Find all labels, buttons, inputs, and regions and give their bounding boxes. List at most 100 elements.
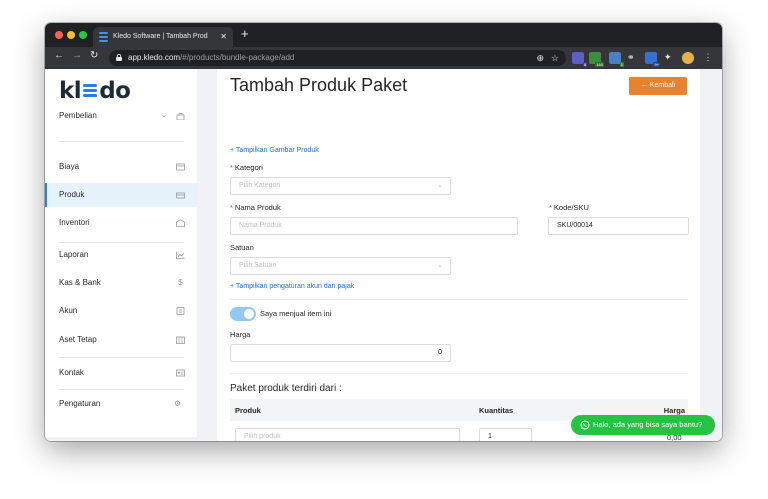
back-button-label: Kembali [649, 82, 676, 89]
sidebar-item-pengaturan[interactable]: Pengaturan ⚙ [45, 392, 197, 416]
sidebar-item-label: Kas & Bank [59, 278, 101, 287]
browser-menu-icon[interactable]: ⋮ [702, 52, 714, 64]
maximize-window-button[interactable] [79, 31, 87, 39]
whatsapp-icon [580, 420, 590, 430]
chevron-down-icon: ⌄ [161, 112, 167, 119]
extension-icon[interactable]: 160 [589, 52, 604, 67]
arrow-left-icon: ← [640, 82, 648, 89]
bundle-product-placeholder: Pilih produk [244, 433, 281, 440]
kledo-logo[interactable]: kl do [59, 78, 131, 104]
extension-badge: 160 [595, 62, 604, 67]
link-extension-icon[interactable]: ⚭ [627, 52, 639, 64]
back-arrow-icon[interactable]: ← [54, 50, 64, 61]
sidebar-divider [59, 141, 184, 142]
forward-arrow-icon[interactable]: → [72, 50, 82, 61]
extension-badge: 9+ [653, 62, 660, 67]
line-chart-icon [176, 251, 185, 259]
product-name-label: * Nama Produk [230, 203, 281, 212]
sidebar-item-label: Kontak [59, 368, 84, 377]
browser-tab[interactable]: Kledo Software | Tambah Prod ✕ [93, 27, 233, 47]
plus-icon: + [230, 283, 235, 290]
url-host: app.kledo.com [128, 53, 181, 62]
column-header-produk: Produk [235, 406, 261, 415]
divider [230, 299, 688, 300]
zoom-icon[interactable]: ⊕ [536, 50, 544, 66]
sidebar-item-aset-tetap[interactable]: Aset Tetap [45, 328, 197, 352]
reload-icon[interactable]: ↻ [90, 50, 98, 61]
show-account-tax-label: Tampilkan pengaturan akun dan pajak [235, 283, 355, 290]
close-window-button[interactable] [55, 31, 63, 39]
sku-input[interactable]: SKU/00014 [548, 217, 689, 235]
price-input[interactable]: 0 [230, 344, 451, 362]
minimize-window-button[interactable] [67, 31, 75, 39]
sidebar-item-laporan[interactable]: Laporan [45, 243, 197, 267]
sidebar-item-produk[interactable]: Produk [45, 183, 197, 207]
show-product-image-link[interactable]: + Tampilkan Gambar Produk [230, 147, 319, 154]
sidebar-item-biaya[interactable]: Biaya [45, 155, 197, 179]
unit-placeholder: Pilih Satuan [239, 262, 277, 269]
price-label: Harga [230, 330, 251, 339]
sidebar-divider [59, 357, 184, 358]
extension-icon[interactable]: 8 [572, 52, 587, 67]
logo-text-right: do [99, 78, 131, 104]
chevron-down-icon: ⌄ [437, 262, 443, 269]
main-content: Tambah Produk Paket ← Kembali + Tampilka… [197, 69, 722, 441]
sidebar-item-label: Pengaturan [59, 399, 101, 408]
whatsapp-chat-label: Halo, ada yang bisa saya bantu? [593, 420, 703, 429]
plus-icon: + [230, 147, 235, 154]
column-header-kuantitas: Kuantitas [479, 406, 514, 415]
sell-item-toggle[interactable] [230, 307, 256, 321]
sidebar-item-kontak[interactable]: Kontak [45, 361, 197, 385]
puzzle-extension-icon[interactable]: ✦ [664, 52, 676, 64]
bundle-section-title: Paket produk terdiri dari : [230, 383, 342, 394]
sidebar-item-label: Biaya [59, 162, 80, 171]
sidebar-collapse-button[interactable]: < [45, 437, 197, 441]
profile-avatar[interactable] [682, 52, 694, 64]
address-bar[interactable]: app.kledo.com/#/products/bundle-package/… [109, 50, 566, 66]
sidebar-divider [59, 389, 184, 390]
bookmark-star-icon[interactable]: ☆ [551, 50, 559, 66]
logo-mark-icon [83, 83, 98, 99]
warehouse-icon [176, 219, 185, 227]
tab-close-icon[interactable]: ✕ [220, 27, 227, 47]
category-placeholder: Pilih Kategori [239, 182, 281, 189]
sidebar-item-label: Inventori [59, 218, 90, 227]
sku-label: * Kode/SKU [549, 203, 589, 212]
extension-badge: 1 [619, 62, 624, 67]
show-account-tax-link[interactable]: + Tampilkan pengaturan akun dan pajak [230, 283, 354, 290]
toggle-knob [244, 309, 254, 319]
extension-icon[interactable]: 1 [609, 52, 624, 67]
ledger-icon [176, 307, 185, 315]
category-select[interactable]: Pilih Kategori ⌄ [230, 177, 451, 195]
show-product-image-label: Tampilkan Gambar Produk [235, 147, 319, 154]
extension-icon[interactable]: 9+ [645, 52, 660, 67]
bundle-product-select[interactable]: Pilih produk [235, 428, 460, 441]
whatsapp-chat-button[interactable]: Halo, ada yang bisa saya bantu? [571, 415, 715, 435]
unit-select[interactable]: Pilih Satuan ⌄ [230, 257, 451, 275]
chevron-down-icon: ⌄ [437, 182, 443, 189]
sidebar-item-label: Laporan [59, 250, 89, 259]
bundle-quantity-value: 1 [488, 433, 492, 440]
building-icon [176, 336, 185, 344]
category-label: * Kategori [230, 163, 263, 172]
box-icon [176, 192, 185, 199]
sidebar-item-inventori[interactable]: Inventori [45, 211, 197, 235]
bundle-quantity-input[interactable]: 1 [479, 428, 532, 441]
dollar-icon: $ [178, 278, 183, 287]
logo-text-left: kl [59, 78, 82, 104]
back-button[interactable]: ← Kembali [629, 77, 687, 95]
sidebar-item-pembelian[interactable]: Pembelian ⌄ [45, 104, 197, 128]
product-name-placeholder: Nama Produk [239, 222, 282, 229]
sidebar-item-akun[interactable]: Akun [45, 299, 197, 323]
sidebar-item-kas-bank[interactable]: Kas & Bank $ [45, 271, 197, 295]
sell-item-label: Saya menjual item ini [260, 309, 332, 318]
url-path: /#/products/bundle-package/add [180, 53, 295, 62]
product-name-input[interactable]: Nama Produk [230, 217, 518, 235]
gears-icon: ⚙ [174, 399, 182, 408]
sidebar-item-label: Akun [59, 306, 78, 315]
column-header-harga: Harga [663, 406, 685, 415]
page-title: Tambah Produk Paket [230, 75, 408, 95]
unit-label: Satuan [230, 243, 254, 252]
kledo-favicon-icon [99, 32, 108, 42]
new-tab-button[interactable]: + [241, 26, 249, 41]
